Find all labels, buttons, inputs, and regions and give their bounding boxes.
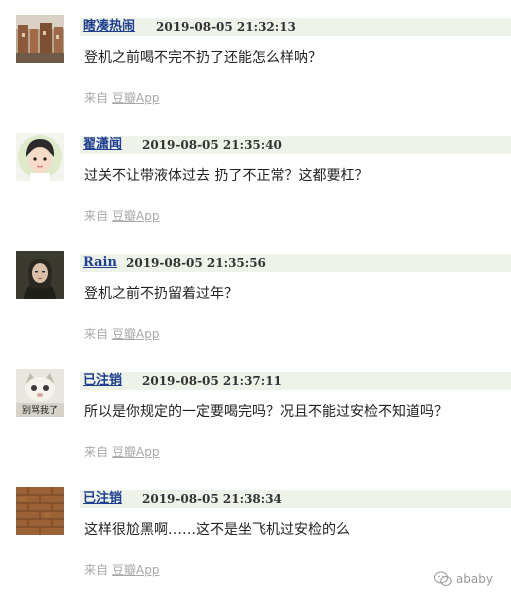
comment-source: 来自 豆瓣App xyxy=(84,562,159,578)
source-prefix: 来自 xyxy=(84,445,109,459)
avatar-brick-wall-image xyxy=(16,487,64,535)
comment-text: 登机之前不扔留着过年？ xyxy=(84,286,238,302)
comment-item: 瞎凑热闹 2019-08-05 21:32:13 登机之前喝不完不扔了还能怎么样… xyxy=(0,0,511,117)
avatar[interactable] xyxy=(16,133,64,181)
source-prefix: 来自 xyxy=(84,209,109,223)
comment-text: 过关不让带液体过去 扔了不正常？这都要杠？ xyxy=(84,168,369,184)
author-link[interactable]: 已注销 xyxy=(83,372,122,390)
timestamp: 2019-08-05 21:37:11 xyxy=(142,374,282,388)
source-app-link[interactable]: 豆瓣App xyxy=(112,327,159,341)
comment-item: 别骂我了 已注销 2019-08-05 21:37:11 所以是你规定的一定要喝… xyxy=(0,354,511,471)
avatar-cartoon-image xyxy=(16,133,64,181)
timestamp: 2019-08-05 21:35:56 xyxy=(126,256,266,270)
comment-source: 来自 豆瓣App xyxy=(84,326,159,342)
comment-item: 翟潇闻 2019-08-05 21:35:40 过关不让带液体过去 扔了不正常？… xyxy=(0,118,511,235)
timestamp: 2019-08-05 21:35:40 xyxy=(142,138,282,152)
avatar[interactable] xyxy=(16,487,64,535)
source-app-link[interactable]: 豆瓣App xyxy=(112,209,159,223)
avatar[interactable]: 别骂我了 xyxy=(16,369,64,417)
comment-source: 来自 豆瓣App xyxy=(84,444,159,460)
avatar-caption: 别骂我了 xyxy=(22,405,58,416)
avatar[interactable] xyxy=(16,15,64,63)
comment-header: 已注销 2019-08-05 21:38:34 xyxy=(80,490,511,508)
avatar-ruins-image xyxy=(16,15,64,63)
source-app-link[interactable]: 豆瓣App xyxy=(112,563,159,577)
source-app-link[interactable]: 豆瓣App xyxy=(112,91,159,105)
comment-source: 来自 豆瓣App xyxy=(84,90,159,106)
comment-text: 所以是你规定的一定要喝完吗？况且不能过安检不知道吗？ xyxy=(84,404,448,420)
comment-text: 登机之前喝不完不扔了还能怎么样呐？ xyxy=(84,50,322,66)
timestamp: 2019-08-05 21:32:13 xyxy=(156,20,296,34)
source-prefix: 来自 xyxy=(84,91,109,105)
wechat-icon xyxy=(433,571,452,586)
comment-header: 已注销 2019-08-05 21:37:11 xyxy=(80,372,511,390)
timestamp: 2019-08-05 21:38:34 xyxy=(142,492,282,506)
watermark-text: ababy xyxy=(455,572,493,586)
comment-header: Rain 2019-08-05 21:35:56 xyxy=(80,254,511,272)
avatar-portrait-image xyxy=(16,251,64,299)
author-link[interactable]: 已注销 xyxy=(83,490,122,508)
avatar-cat-meme-image: 别骂我了 xyxy=(16,369,64,417)
watermark: ababy xyxy=(433,571,493,587)
comment-item: Rain 2019-08-05 21:35:56 登机之前不扔留着过年？ 来自豆… xyxy=(0,236,511,353)
avatar[interactable] xyxy=(16,251,64,299)
comment-header: 瞎凑热闹 2019-08-05 21:32:13 xyxy=(80,18,511,36)
comment-header: 翟潇闻 2019-08-05 21:35:40 xyxy=(80,136,511,154)
author-link[interactable]: 瞎凑热闹 xyxy=(83,18,135,36)
comment-source: 来自 豆瓣App xyxy=(84,208,159,224)
comment-text: 这样很尬黑啊……这不是坐飞机过安检的么 xyxy=(84,522,350,538)
author-link[interactable]: 翟潇闻 xyxy=(83,136,122,154)
author-link[interactable]: Rain xyxy=(83,254,117,272)
source-app-link[interactable]: 豆瓣App xyxy=(112,445,159,459)
source-prefix: 来自 xyxy=(84,563,109,577)
source-prefix: 来自 xyxy=(84,327,109,341)
